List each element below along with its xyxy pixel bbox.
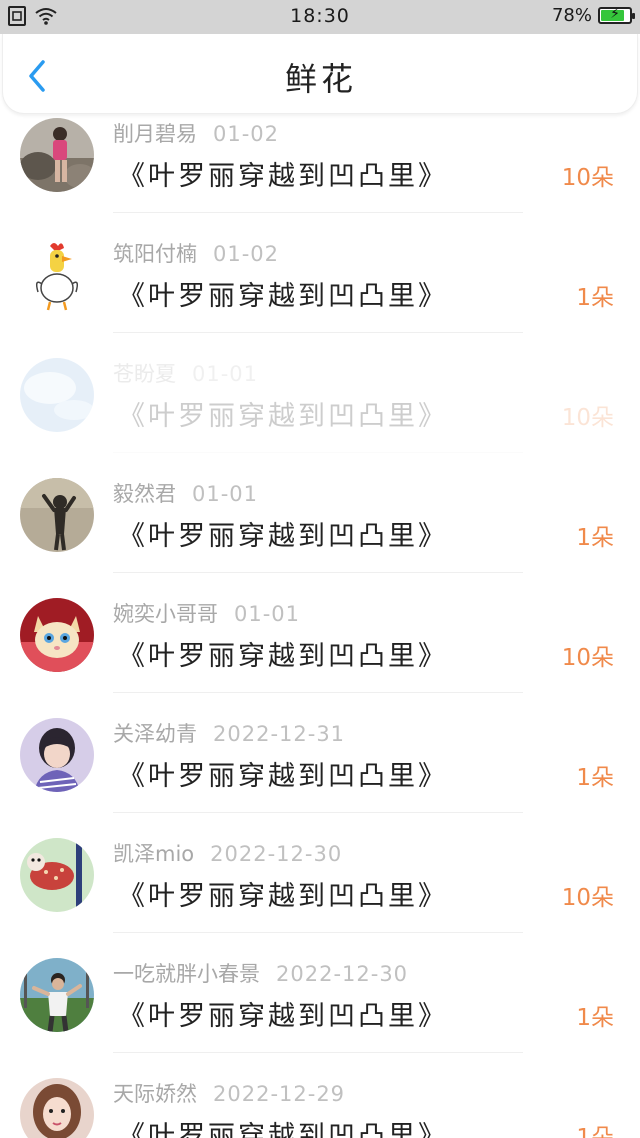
battery-percent: 78% — [551, 5, 592, 26]
divider — [113, 812, 523, 813]
gift-meta: 天际娇然 2022-12-29 — [113, 1078, 345, 1108]
list-item[interactable]: 削月碧易 01-02 《叶罗丽穿越到凹凸里》 10朵 — [0, 114, 640, 234]
work-title[interactable]: 《叶罗丽穿越到凹凸里》 — [118, 874, 448, 913]
gift-meta: 毅然君 01-01 — [113, 478, 258, 508]
divider — [113, 572, 523, 573]
page-title: 鲜花 — [284, 60, 357, 98]
sender-name[interactable]: 削月碧易 — [113, 122, 197, 146]
sender-name[interactable]: 天际娇然 — [113, 1082, 197, 1106]
gift-date: 01-01 — [192, 362, 259, 386]
battery-icon: ⚡ — [598, 6, 635, 24]
gift-date: 2022-12-29 — [213, 1082, 346, 1106]
status-right: 78% ⚡ — [551, 5, 635, 26]
gift-date: 01-02 — [213, 122, 280, 146]
sender-name[interactable]: 婉奕小哥哥 — [113, 602, 218, 626]
sender-name[interactable]: 筑阳付楠 — [113, 242, 197, 266]
flower-count: 1朵 — [576, 1125, 614, 1138]
avatar[interactable] — [20, 358, 94, 432]
gift-date: 2022-12-30 — [276, 962, 409, 986]
work-title[interactable]: 《叶罗丽穿越到凹凸里》 — [118, 634, 448, 673]
sender-name[interactable]: 凯泽mio — [113, 842, 194, 866]
flower-count: 1朵 — [576, 285, 614, 311]
flower-count: 1朵 — [576, 1005, 614, 1031]
sender-name[interactable]: 苍盼夏 — [113, 362, 176, 386]
sender-name[interactable]: 关泽幼青 — [113, 722, 197, 746]
gift-date: 01-02 — [213, 242, 280, 266]
gift-date: 01-01 — [192, 482, 259, 506]
list-item[interactable]: 毅然君 01-01 《叶罗丽穿越到凹凸里》 1朵 — [0, 474, 640, 594]
avatar[interactable] — [20, 598, 94, 672]
avatar[interactable] — [20, 118, 94, 192]
work-title[interactable]: 《叶罗丽穿越到凹凸里》 — [118, 514, 448, 553]
flower-count: 10朵 — [561, 885, 614, 911]
work-title[interactable]: 《叶罗丽穿越到凹凸里》 — [118, 274, 448, 313]
divider — [113, 332, 523, 333]
flower-gift-list[interactable]: 削月碧易 01-02 《叶罗丽穿越到凹凸里》 10朵 筑阳付楠 01-02 《叶罗丽… — [0, 114, 640, 1138]
gift-date: 01-01 — [234, 602, 301, 626]
avatar[interactable] — [20, 838, 94, 912]
avatar[interactable] — [20, 718, 94, 792]
list-item[interactable]: 天际娇然 2022-12-29 《叶罗丽穿越到凹凸里》 1朵 — [0, 1074, 640, 1138]
gift-meta: 一吃就胖小春景 2022-12-30 — [113, 958, 408, 988]
divider — [113, 452, 523, 453]
sender-name[interactable]: 一吃就胖小春景 — [113, 962, 260, 986]
gift-meta: 筑阳付楠 01-02 — [113, 238, 279, 268]
list-item[interactable]: 苍盼夏 01-01 《叶罗丽穿越到凹凸里》 10朵 — [0, 354, 640, 474]
list-item[interactable]: 筑阳付楠 01-02 《叶罗丽穿越到凹凸里》 1朵 — [0, 234, 640, 354]
status-time: 18:30 — [290, 5, 350, 27]
divider — [113, 932, 523, 933]
flower-count: 10朵 — [561, 165, 614, 191]
flower-count: 1朵 — [576, 525, 614, 551]
gift-meta: 凯泽mio 2022-12-30 — [113, 838, 342, 868]
work-title[interactable]: 《叶罗丽穿越到凹凸里》 — [118, 1114, 448, 1138]
divider — [113, 1052, 523, 1053]
avatar[interactable] — [20, 958, 94, 1032]
list-item[interactable]: 凯泽mio 2022-12-30 《叶罗丽穿越到凹凸里》 10朵 — [0, 834, 640, 954]
avatar[interactable] — [20, 1078, 94, 1138]
list-item[interactable]: 关泽幼青 2022-12-31 《叶罗丽穿越到凹凸里》 1朵 — [0, 714, 640, 834]
gift-meta: 削月碧易 01-02 — [113, 118, 279, 148]
gift-date: 2022-12-31 — [213, 722, 346, 746]
sender-name[interactable]: 毅然君 — [113, 482, 176, 506]
status-bar: 18:30 78% ⚡ — [0, 0, 640, 34]
gift-meta: 婉奕小哥哥 01-01 — [113, 598, 300, 628]
avatar[interactable] — [20, 238, 94, 312]
list-item[interactable]: 婉奕小哥哥 01-01 《叶罗丽穿越到凹凸里》 10朵 — [0, 594, 640, 714]
gift-meta: 关泽幼青 2022-12-31 — [113, 718, 345, 748]
gift-meta: 苍盼夏 01-01 — [113, 358, 258, 388]
divider — [113, 212, 523, 213]
work-title[interactable]: 《叶罗丽穿越到凹凸里》 — [118, 754, 448, 793]
work-title[interactable]: 《叶罗丽穿越到凹凸里》 — [118, 994, 448, 1033]
flower-count: 1朵 — [576, 765, 614, 791]
flower-count: 10朵 — [561, 645, 614, 671]
divider — [113, 692, 523, 693]
nav-header: 鲜花 — [2, 34, 638, 114]
flower-count: 10朵 — [561, 405, 614, 431]
avatar[interactable] — [20, 478, 94, 552]
list-item[interactable]: 一吃就胖小春景 2022-12-30 《叶罗丽穿越到凹凸里》 1朵 — [0, 954, 640, 1074]
work-title[interactable]: 《叶罗丽穿越到凹凸里》 — [118, 394, 448, 433]
gift-date: 2022-12-30 — [210, 842, 343, 866]
work-title[interactable]: 《叶罗丽穿越到凹凸里》 — [118, 154, 448, 193]
